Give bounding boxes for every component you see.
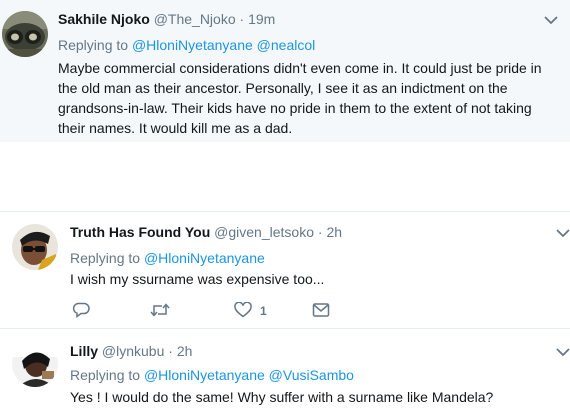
tweet-text: I wish my ssurname was expensive too...	[70, 269, 560, 289]
replying-to: Replying to @HloniNyetanyane	[70, 249, 265, 267]
tweet-text-line: their names. It would kill me as a dad.	[58, 120, 293, 136]
replying-to: Replying to @HloniNyetanyane @VusiSambo	[70, 366, 354, 384]
separator-dot: ·	[239, 11, 245, 27]
tweet-truth[interactable]: Truth Has Found You @given_letsoko · 2h …	[0, 212, 570, 327]
tweet-lilly[interactable]: Lilly @lynkubu · 2h Replying to @HloniNy…	[0, 329, 570, 416]
chevron-down-icon[interactable]	[544, 15, 558, 25]
avatar[interactable]	[12, 224, 58, 270]
mention-link[interactable]: @HloniNyetanyane	[144, 250, 265, 266]
chevron-down-icon[interactable]	[556, 347, 570, 357]
mention-link[interactable]: @nealcol	[257, 37, 316, 53]
tweet-text-line: Maybe commercial considerations didn't e…	[58, 60, 542, 76]
tweet-text: Maybe commercial considerations didn't e…	[58, 58, 563, 138]
mention-link[interactable]: @HloniNyetanyane	[132, 37, 253, 53]
like-icon	[234, 301, 252, 321]
tweet-sakhile[interactable]: Sakhile Njoko @The_Njoko · 19m Replying …	[0, 0, 570, 142]
chevron-down-icon[interactable]	[556, 228, 570, 238]
author-handle[interactable]: @The_Njoko	[154, 11, 236, 27]
timestamp[interactable]: 2h	[177, 343, 193, 359]
tweet-text-line: the old man as their ancestor. Personall…	[58, 80, 508, 96]
retweet-icon	[150, 302, 170, 321]
replying-to-label: Replying to	[58, 37, 129, 53]
direct-message-button[interactable]	[312, 300, 330, 322]
like-button[interactable]: 1	[234, 300, 267, 322]
mention-link[interactable]: @HloniNyetanyane	[144, 367, 265, 383]
reply-button[interactable]	[72, 300, 98, 322]
author-name[interactable]: Sakhile Njoko	[58, 11, 150, 27]
separator-dot: ·	[317, 224, 323, 240]
tweet-text-line: I wish my ssurname was expensive too...	[70, 271, 325, 287]
retweet-button[interactable]	[150, 300, 178, 322]
like-count: 1	[260, 304, 267, 318]
tweet-text-line: grandsons-in-law. Their kids have no pri…	[58, 100, 532, 116]
timestamp[interactable]: 19m	[248, 11, 275, 27]
tweet-text-line: Yes ! I would do the same! Why suffer wi…	[70, 389, 494, 405]
avatar[interactable]	[2, 11, 48, 57]
author-name[interactable]: Truth Has Found You	[70, 224, 210, 240]
tweet-actions: 1	[0, 300, 570, 322]
replying-to-label: Replying to	[70, 367, 141, 383]
separator-dot: ·	[168, 343, 173, 359]
reply-icon	[72, 302, 90, 321]
avatar[interactable]	[12, 341, 58, 387]
author-handle[interactable]: @lynkubu	[102, 343, 164, 359]
replying-to-label: Replying to	[70, 250, 141, 266]
author-handle[interactable]: @given_letsoko	[214, 224, 314, 240]
tweet-text: Yes ! I would do the same! Why suffer wi…	[70, 387, 560, 407]
mention-link[interactable]: @VusiSambo	[269, 367, 354, 383]
author-name[interactable]: Lilly	[70, 343, 98, 359]
direct-message-icon	[312, 302, 330, 321]
timestamp[interactable]: 2h	[326, 224, 342, 240]
replying-to: Replying to @HloniNyetanyane @nealcol	[58, 36, 315, 54]
